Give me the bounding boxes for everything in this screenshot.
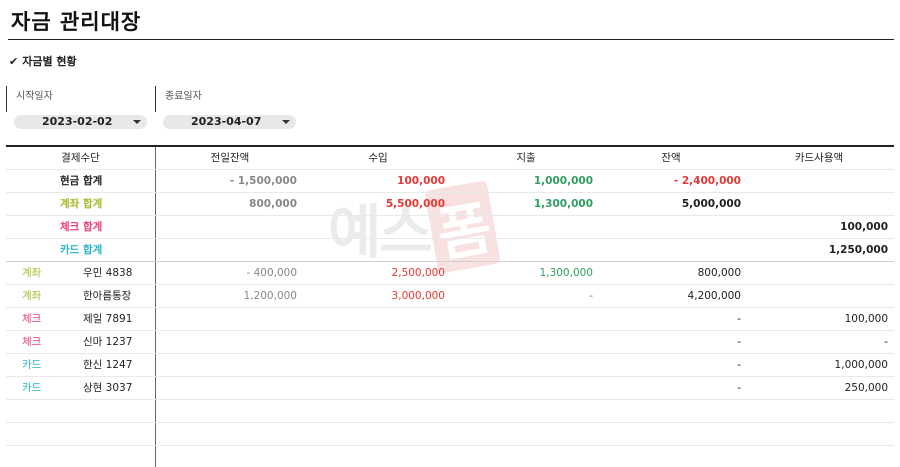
row-type: 카드: [22, 359, 42, 371]
prev-balance-cell: 800,000: [249, 198, 297, 210]
prev-balance-cell: - 400,000: [246, 267, 297, 279]
summary-row: 카드 합계 1,250,000: [6, 239, 894, 262]
end-date-dropdown[interactable]: 2023-04-07: [163, 115, 296, 129]
prev-balance-cell: 1,200,000: [243, 290, 297, 302]
summary-row: 체크 합계 100,000: [6, 216, 894, 239]
balance-cell: -: [737, 336, 741, 348]
row-type: 계좌: [22, 267, 42, 279]
table-row[interactable]: 계좌 우민 4838 - 400,000 2,500,000 1,300,000 800,…: [6, 262, 894, 285]
card-usage-cell: -: [884, 336, 888, 348]
start-date-label: 시작일자: [16, 91, 53, 102]
summary-label: 카드 합계: [60, 244, 103, 256]
card-usage-cell: 100,000: [840, 221, 888, 233]
balance-cell: -: [737, 382, 741, 394]
title-divider: [8, 39, 894, 40]
header-prev-balance: 전일잔액: [210, 152, 250, 164]
row-type: 체크: [22, 336, 42, 348]
card-usage-cell: 250,000: [844, 382, 888, 394]
income-cell: 100,000: [397, 175, 445, 187]
income-cell: 5,500,000: [385, 198, 445, 210]
expense-cell: -: [589, 290, 593, 302]
income-cell: 2,500,000: [391, 267, 445, 279]
header-card-usage: 카드사용액: [794, 152, 844, 164]
summary-row: 계좌 합계 800,000 5,500,000 1,300,000 5,000,000: [6, 193, 894, 216]
balance-cell: -: [737, 313, 741, 325]
chevron-down-icon: [133, 120, 141, 124]
empty-row: [6, 400, 894, 423]
balance-cell: -: [737, 359, 741, 371]
start-date-box: 시작일자: [6, 86, 136, 112]
card-usage-cell: 100,000: [844, 313, 888, 325]
prev-balance-cell: - 1,500,000: [229, 175, 297, 187]
chevron-down-icon: [282, 120, 290, 124]
summary-row: 현금 합계 - 1,500,000 100,000 1,000,000 - 2,400,…: [6, 170, 894, 193]
row-type: 체크: [22, 313, 42, 325]
table-row[interactable]: 계좌 한아름통장 1,200,000 3,000,000 - 4,200,000: [6, 285, 894, 308]
section-label: 자금별 현황: [22, 55, 77, 68]
expense-cell: 1,300,000: [533, 198, 593, 210]
header-expense: 지출: [516, 152, 536, 164]
row-account-name: 제일 7891: [83, 313, 133, 325]
header-income: 수입: [368, 152, 388, 164]
row-type: 계좌: [22, 290, 42, 302]
income-cell: 3,000,000: [391, 290, 445, 302]
table-row[interactable]: 카드 상현 3037 - 250,000: [6, 377, 894, 400]
balance-cell: 4,200,000: [687, 290, 741, 302]
page-title: 자금 관리대장: [11, 10, 142, 34]
summary-label: 계좌 합계: [60, 198, 103, 210]
table-header-row: 결제수단 전일잔액 수입 지출 잔액 카드사용액: [6, 147, 894, 170]
card-usage-cell: 1,000,000: [834, 359, 888, 371]
header-payment: 결제수단: [61, 152, 100, 164]
summary-label: 현금 합계: [60, 175, 103, 187]
start-date-value: 2023-02-02: [42, 115, 113, 128]
balance-cell: - 2,400,000: [673, 175, 741, 187]
card-usage-cell: 1,250,000: [828, 244, 888, 256]
expense-cell: 1,300,000: [539, 267, 593, 279]
row-account-name: 한아름통장: [83, 290, 132, 302]
start-date-dropdown[interactable]: 2023-02-02: [14, 115, 147, 129]
table-row[interactable]: 카드 한신 1247 - 1,000,000: [6, 354, 894, 377]
row-account-name: 신마 1237: [83, 336, 133, 348]
table-row[interactable]: 체크 제일 7891 - 100,000: [6, 308, 894, 331]
empty-row: [6, 423, 894, 446]
end-date-label: 종료일자: [165, 91, 202, 102]
row-account-name: 한신 1247: [83, 359, 133, 371]
row-account-name: 우민 4838: [83, 267, 133, 279]
balance-cell: 800,000: [697, 267, 741, 279]
check-icon: ✔: [9, 55, 19, 68]
table-row[interactable]: 체크 신마 1237 - -: [6, 331, 894, 354]
row-account-name: 상현 3037: [83, 382, 133, 394]
row-type: 카드: [22, 382, 42, 394]
balance-cell: 5,000,000: [681, 198, 741, 210]
expense-cell: 1,000,000: [533, 175, 593, 187]
section-heading: ✔ 자금별 현황: [9, 53, 77, 69]
end-date-box: 종료일자: [155, 86, 285, 112]
summary-label: 체크 합계: [60, 221, 103, 233]
header-balance: 잔액: [661, 152, 681, 164]
end-date-value: 2023-04-07: [191, 115, 262, 128]
